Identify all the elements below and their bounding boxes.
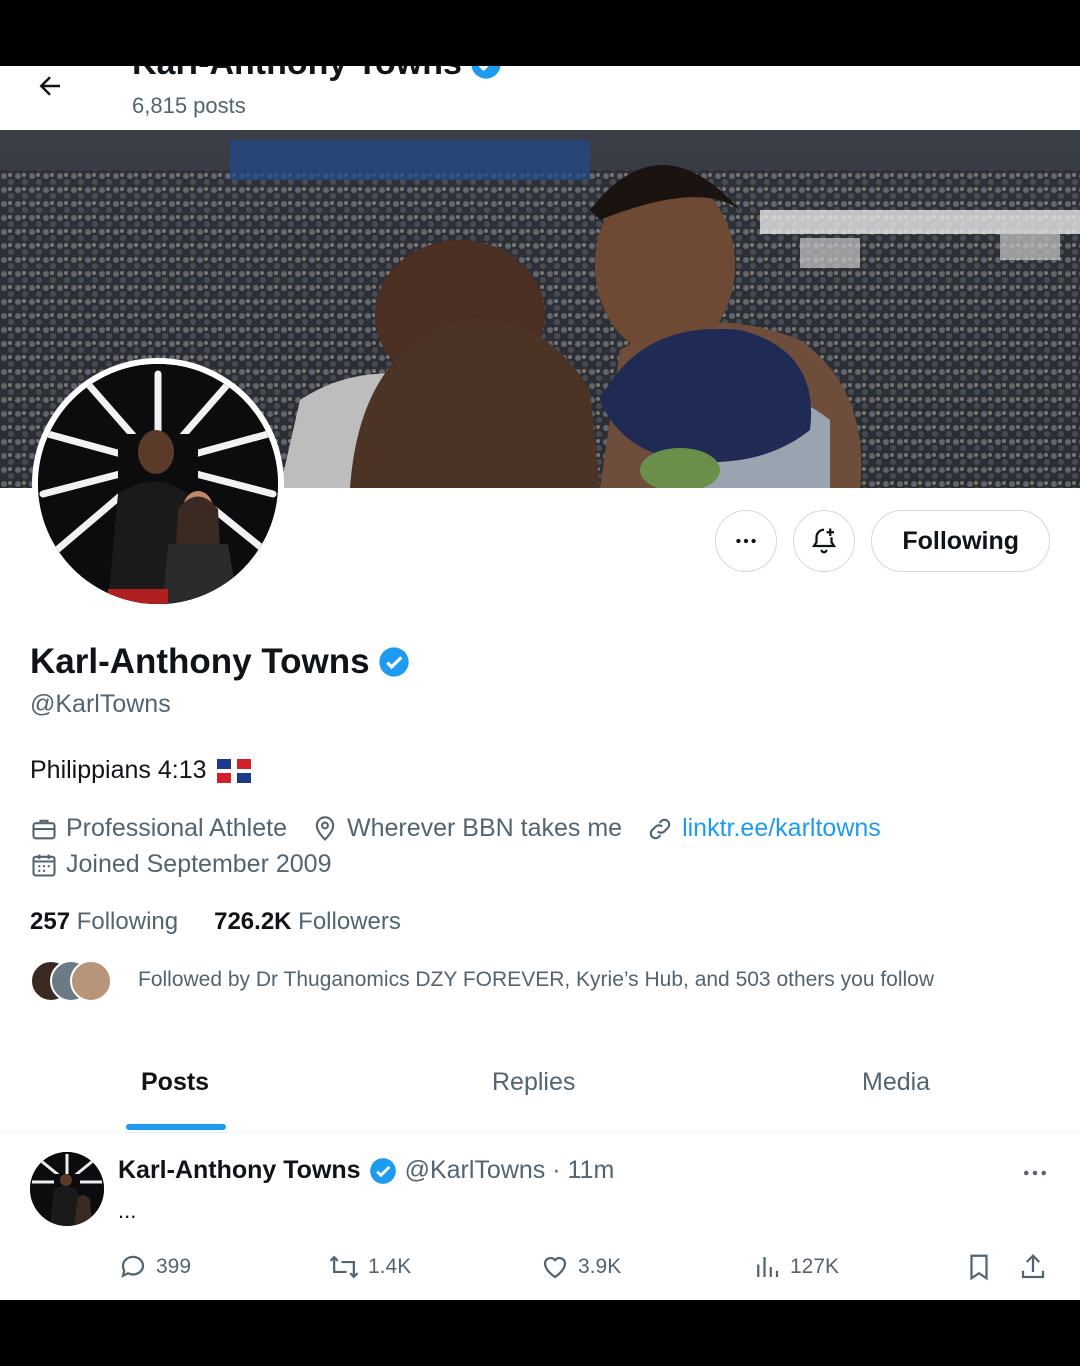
post-text: ... — [118, 1198, 137, 1223]
bell-plus-icon — [812, 528, 837, 554]
followers-stat[interactable]: 726.2K Followers — [214, 908, 401, 936]
avatar — [70, 960, 112, 1002]
more-options-button[interactable] — [715, 510, 778, 572]
repost-button[interactable]: 1.4K — [328, 1252, 411, 1282]
views-chart-icon — [757, 1257, 779, 1277]
post-author[interactable]: Karl-Anthony Towns — [118, 1156, 361, 1185]
calendar-icon — [32, 854, 56, 877]
post-more-button[interactable] — [1020, 1158, 1050, 1193]
bookmark-icon — [970, 1254, 988, 1281]
share-button[interactable] — [1018, 1252, 1048, 1282]
occupation: Professional Athlete — [30, 814, 287, 843]
tab-media[interactable]: Media — [862, 1056, 930, 1132]
notifications-button[interactable] — [793, 510, 856, 572]
verified-badge-icon — [471, 66, 501, 79]
profile-tabs: Posts Replies Media — [0, 1056, 1080, 1133]
location-pin-icon — [315, 815, 335, 841]
share-icon — [1021, 1254, 1045, 1279]
profile-meta: Professional Athlete Wherever BBN takes … — [30, 814, 905, 843]
top-header: Karl-Anthony Towns 6,815 posts — [0, 66, 1080, 130]
profile-name: Karl-Anthony Towns — [30, 642, 410, 682]
following-button[interactable]: Following — [871, 510, 1050, 572]
profile-page: Karl-Anthony Towns 6,815 posts — [0, 66, 1080, 1300]
post-item[interactable]: Karl-Anthony Towns @KarlTowns · 11m ... … — [0, 1134, 1080, 1300]
joined: Joined September 2009 — [30, 850, 331, 879]
verified-badge-icon[interactable] — [378, 646, 410, 678]
tab-replies[interactable]: Replies — [492, 1056, 575, 1132]
more-horizontal-icon — [1024, 1170, 1046, 1176]
location: Wherever BBN takes me — [311, 814, 622, 843]
website: linktr.ee/karltowns — [646, 814, 881, 843]
briefcase-icon — [32, 819, 56, 839]
dominican-flag-icon — [216, 758, 251, 783]
avatar-photo — [38, 364, 278, 604]
profile-avatar[interactable] — [32, 358, 284, 610]
tab-posts[interactable]: Posts — [141, 1056, 209, 1132]
verified-badge-icon — [369, 1157, 396, 1184]
repost-icon — [329, 1255, 359, 1279]
like-button[interactable]: 3.9K — [540, 1252, 621, 1282]
header-title: Karl-Anthony Towns — [132, 66, 502, 83]
bookmark-button[interactable] — [964, 1252, 994, 1282]
post-actions: 399 1.4K 3.9K 127K — [118, 1252, 1048, 1292]
views-button[interactable]: 127K — [752, 1252, 839, 1282]
comment-icon — [121, 1255, 145, 1278]
following-stat[interactable]: 257 Following — [30, 908, 178, 936]
avatar[interactable] — [30, 1152, 104, 1226]
joined-row: Joined September 2009 — [30, 850, 355, 879]
post-handle-time: @KarlTowns · 11m — [404, 1156, 615, 1184]
post-header: Karl-Anthony Towns @KarlTowns · 11m — [118, 1156, 614, 1185]
profile-actions: Following — [715, 510, 1050, 572]
website-link[interactable]: linktr.ee/karltowns — [682, 814, 881, 843]
follower-avatars — [30, 960, 112, 1002]
more-horizontal-icon — [736, 538, 757, 544]
profile-bio: Philippians 4:13 — [30, 756, 251, 785]
follow-stats: 257 Following 726.2K Followers — [30, 908, 401, 936]
profile-handle: @KarlTowns — [30, 690, 171, 718]
followed-by[interactable]: Followed by Dr Thuganomics DZY FOREVER, … — [30, 960, 935, 1002]
reply-button[interactable]: 399 — [118, 1252, 191, 1282]
active-tab-indicator — [126, 1124, 226, 1130]
link-icon — [649, 818, 671, 839]
arrow-left-icon — [39, 76, 60, 96]
posts-count: 6,815 posts — [132, 93, 246, 118]
heart-icon — [543, 1256, 567, 1279]
back-button[interactable] — [30, 66, 70, 106]
followed-by-text: Followed by Dr Thuganomics DZY FOREVER, … — [138, 968, 935, 991]
